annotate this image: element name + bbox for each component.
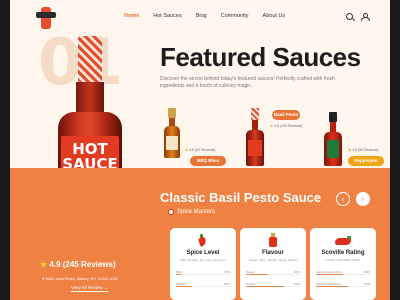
product-reviews-pepperjam: ★ 4.8 (50 Reviews) bbox=[348, 148, 379, 152]
card-metric-row: Pepper Ingredients Chili bbox=[316, 282, 370, 288]
app-frame: Home Hot Sauces Blog Community About Us … bbox=[10, 0, 390, 300]
store-address: ⌖ 3024 Joes Road, Albany, NY 12201 USA bbox=[42, 276, 118, 281]
nav-item-community[interactable]: Community bbox=[221, 13, 249, 19]
page-description: Discover the secret behind today's featu… bbox=[160, 76, 335, 89]
product-reviews-bbq-bliss: ★ 4.9 (52 Reviews) bbox=[185, 148, 216, 152]
nav-menu: Home Hot Sauces Blog Community About Us bbox=[124, 13, 285, 19]
pepper-icon bbox=[335, 236, 351, 246]
card-subtitle: 0-1000, 1000-5000, 5000+ bbox=[325, 258, 361, 262]
card-metric-row: Sweet 40% bbox=[246, 270, 300, 276]
card-title: Scoville Rating bbox=[321, 250, 365, 256]
product-button-pepperjam[interactable]: Pepperjam bbox=[348, 156, 384, 166]
scoville-rating-card: Scoville Rating 0-1000, 1000-5000, 5000+… bbox=[310, 228, 376, 300]
user-icon[interactable] bbox=[361, 13, 370, 21]
product-bottle-pepperjam[interactable] bbox=[324, 112, 342, 166]
store-address-text: 3024 Joes Road, Albany, NY 12201 USA bbox=[45, 276, 118, 281]
card-subtitle: Mild, Medium, Hot, Fiery, Extreme bbox=[180, 258, 226, 262]
store-rating: ★ 4.9 (245 Reviews) bbox=[40, 260, 116, 269]
flavour-card: Flavour Sweet, Spicy, Smoky, Tangy, Savo… bbox=[240, 228, 306, 300]
product-bottle-basil-pesto[interactable] bbox=[246, 108, 264, 166]
page-title: Featured Sauces bbox=[160, 42, 361, 72]
product-button-basil-pesto[interactable]: Basil Pesto bbox=[272, 110, 300, 120]
spice-level-card: Spice Level Mild, Medium, Hot, Fiery, Ex… bbox=[170, 228, 236, 300]
product-bottle-bbq-bliss[interactable] bbox=[163, 108, 181, 158]
product-brand: Spice Masters bbox=[168, 209, 215, 215]
product-detail-title: Classic Basil Pesto Sauce bbox=[160, 190, 322, 205]
chili-icon bbox=[197, 234, 208, 247]
card-metric-row: Medium 30% bbox=[176, 282, 230, 288]
nav-item-blog[interactable]: Blog bbox=[196, 13, 207, 19]
card-metric-row: Mild 10% bbox=[176, 270, 230, 276]
bottle-icon bbox=[269, 233, 277, 247]
card-subtitle: Sweet, Spicy, Smoky, Tangy, Savory bbox=[248, 258, 298, 262]
search-icon[interactable] bbox=[346, 13, 353, 20]
nav-item-about-us[interactable]: About Us bbox=[263, 13, 286, 19]
prev-arrow-button[interactable]: ‹ bbox=[336, 192, 350, 206]
card-metric-row: Smoky 70% bbox=[246, 282, 300, 288]
nav-item-home[interactable]: Home bbox=[124, 13, 139, 19]
product-button-bbq-bliss[interactable]: BBQ Bliss bbox=[190, 156, 226, 166]
store-rating-text: 4.9 (245 Reviews) bbox=[49, 260, 116, 269]
card-title: Flavour bbox=[262, 250, 284, 256]
star-icon: ★ bbox=[40, 260, 48, 269]
product-reviews-basil-pesto: ★ 4.8 (120 Reviews) bbox=[270, 124, 303, 128]
next-arrow-button[interactable]: › bbox=[356, 192, 370, 206]
nav-item-hot-sauces[interactable]: Hot Sauces bbox=[153, 13, 181, 19]
view-all-review-link[interactable]: View All Review → bbox=[71, 285, 109, 292]
product-brand-name: Spice Masters bbox=[177, 209, 216, 215]
card-title: Spice Level bbox=[186, 250, 220, 256]
nav-icons bbox=[346, 13, 370, 21]
location-pin-icon: ⌖ bbox=[42, 276, 45, 281]
card-metric-row: Scoville Heat Units 2500 bbox=[316, 270, 370, 276]
brand-logo-icon bbox=[168, 209, 174, 215]
